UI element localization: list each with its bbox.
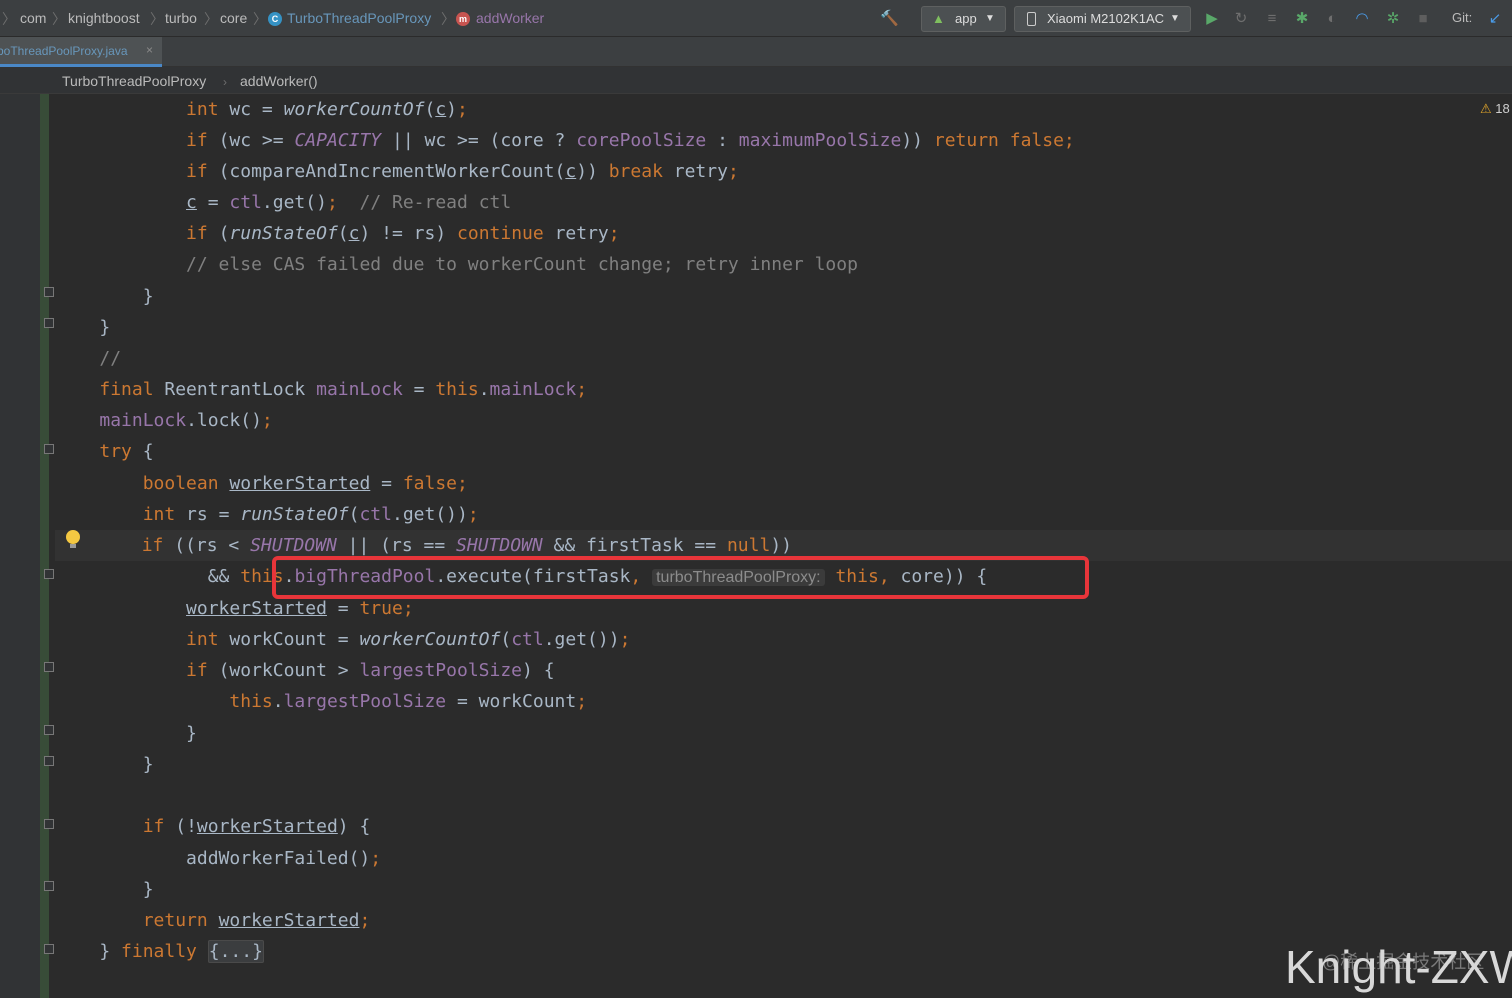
- editor-tab-bar: boThreadPoolProxy.java ×: [0, 37, 1512, 67]
- code-line[interactable]: int wc = workerCountOf(c);: [56, 94, 468, 125]
- breadcrumb-method[interactable]: addWorker(): [240, 73, 318, 89]
- folded-code-block[interactable]: {...}: [207, 940, 264, 963]
- intention-bulb-icon[interactable]: [66, 530, 80, 544]
- nav-crumb-class[interactable]: TurboThreadPoolProxy: [287, 10, 431, 26]
- code-line[interactable]: if (workCount > largestPoolSize) {: [56, 655, 554, 686]
- code-line[interactable]: return workerStarted;: [56, 905, 371, 936]
- code-line[interactable]: }: [56, 874, 154, 905]
- code-line[interactable]: }: [56, 281, 154, 312]
- android-icon: ▲: [932, 11, 945, 26]
- code-line[interactable]: }: [56, 749, 154, 780]
- code-line[interactable]: }: [56, 312, 110, 343]
- highlight-box: [272, 556, 1089, 599]
- code-line[interactable]: addWorkerFailed();: [56, 843, 381, 874]
- code-line[interactable]: try {: [56, 436, 153, 467]
- inspection-warning-badge[interactable]: ⚠ 18: [1480, 101, 1510, 117]
- code-line[interactable]: if (compareAndIncrementWorkerCount(c)) b…: [56, 156, 739, 187]
- code-line[interactable]: if (wc >= CAPACITY || wc >= (core ? core…: [56, 125, 1075, 156]
- code-line[interactable]: }: [56, 718, 197, 749]
- nav-crumb-method[interactable]: addWorker: [476, 10, 544, 26]
- method-icon: m: [456, 12, 470, 26]
- device-icon: [1027, 12, 1036, 26]
- intention-bulb-base: [70, 544, 76, 548]
- code-editor[interactable]: int wc = workerCountOf(c); if (wc >= CAP…: [0, 94, 1512, 998]
- code-line[interactable]: int workCount = workerCountOf(ctl.get())…: [56, 624, 630, 655]
- code-line[interactable]: } finally {...}: [56, 936, 264, 967]
- run-icon[interactable]: ▶: [1203, 10, 1221, 28]
- chevron-down-icon: ▼: [985, 13, 995, 24]
- code-line[interactable]: this.largestPoolSize = workCount;: [56, 686, 587, 717]
- stop-icon[interactable]: ■: [1414, 10, 1432, 28]
- device-label: Xiaomi M2102K1AC: [1047, 11, 1165, 26]
- build-hammer-icon[interactable]: 🔨: [880, 10, 899, 28]
- structure-breadcrumb: TurboThreadPoolProxy › addWorker(): [0, 67, 1512, 94]
- breadcrumb-class[interactable]: TurboThreadPoolProxy: [62, 73, 206, 89]
- warning-count: 18: [1495, 101, 1510, 116]
- nav-crumb-core[interactable]: core: [220, 10, 247, 26]
- nav-crumb-com[interactable]: com: [20, 10, 46, 26]
- run-config-label: app: [955, 11, 977, 26]
- profile-icon[interactable]: ◠: [1353, 10, 1371, 28]
- chevron-right-icon: 〉: [441, 11, 455, 27]
- chevron-right-icon: 〉: [253, 11, 267, 27]
- code-line[interactable]: c = ctl.get(); // Re-read ctl: [56, 187, 511, 218]
- code-line[interactable]: if (!workerStarted) {: [56, 811, 371, 842]
- close-icon[interactable]: ×: [146, 43, 153, 57]
- chevron-right-icon: ›: [223, 75, 227, 89]
- tab-file-name: boThreadPoolProxy.java: [0, 44, 128, 58]
- apply-code-changes-icon[interactable]: ≡: [1263, 10, 1281, 28]
- code-line[interactable]: //: [56, 343, 121, 374]
- apply-changes-icon[interactable]: ↻: [1232, 10, 1250, 28]
- chevron-right-icon: 〉: [150, 11, 164, 27]
- watermark: Knight-ZXW: [1285, 941, 1512, 993]
- navigation-bar: 〉 com 〉 knightboost 〉 turbo 〉 core 〉 C T…: [0, 0, 1512, 37]
- code-line[interactable]: final ReentrantLock mainLock = this.main…: [56, 374, 587, 405]
- code-line[interactable]: if (runStateOf(c) != rs) continue retry;: [56, 218, 620, 249]
- git-label: Git:: [1452, 10, 1473, 25]
- attach-debugger-icon[interactable]: ✲: [1384, 10, 1402, 28]
- chevron-right-icon: 〉: [2, 11, 16, 27]
- code-line[interactable]: // else CAS failed due to workerCount ch…: [56, 249, 858, 280]
- chevron-right-icon: 〉: [204, 11, 218, 27]
- code-line[interactable]: boolean workerStarted = false;: [56, 468, 468, 499]
- nav-crumb-turbo[interactable]: turbo: [165, 10, 197, 26]
- editor-tab[interactable]: boThreadPoolProxy.java ×: [0, 37, 162, 67]
- run-config-select[interactable]: ▲ app ▼: [921, 6, 1006, 32]
- class-icon: C: [268, 12, 282, 26]
- coverage-icon[interactable]: ◐: [1323, 10, 1341, 28]
- debug-icon[interactable]: ✱: [1293, 10, 1311, 28]
- nav-crumb-knightboost[interactable]: knightboost: [68, 10, 140, 26]
- code-line[interactable]: mainLock.lock();: [56, 405, 272, 436]
- device-select[interactable]: Xiaomi M2102K1AC ▼: [1014, 6, 1191, 32]
- code-line[interactable]: int rs = runStateOf(ctl.get());: [56, 499, 479, 530]
- git-update-icon[interactable]: ↙: [1486, 10, 1504, 28]
- chevron-down-icon: ▼: [1170, 13, 1180, 24]
- chevron-right-icon: 〉: [52, 11, 66, 27]
- warning-icon: ⚠: [1480, 101, 1492, 116]
